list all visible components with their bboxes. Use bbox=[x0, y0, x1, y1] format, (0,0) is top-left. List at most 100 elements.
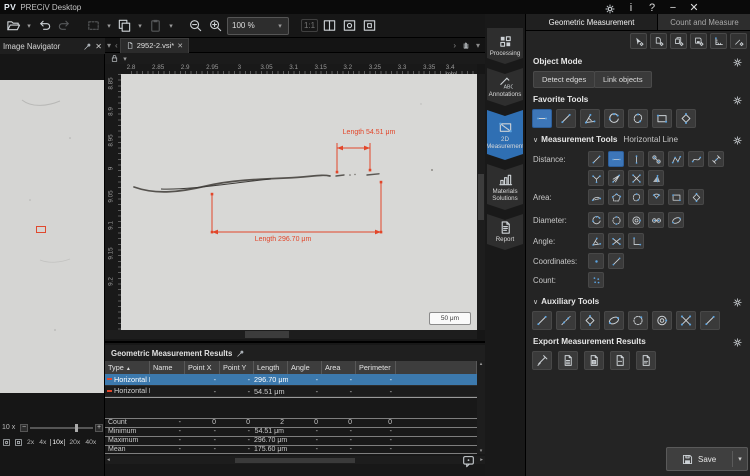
results-horizontal-scrollbar[interactable]: ◂▸ bbox=[105, 456, 485, 464]
closed-spline-tool-icon[interactable] bbox=[628, 109, 648, 128]
circle-3pt-tool-icon[interactable] bbox=[588, 212, 604, 228]
result-row[interactable]: Horizontal Line--54.51 μm--- bbox=[105, 386, 477, 398]
stylus-tool-icon[interactable] bbox=[532, 351, 552, 370]
lock-icon[interactable] bbox=[110, 54, 119, 63]
save-button[interactable]: Save ▾ bbox=[666, 447, 748, 471]
magnification-2x[interactable]: 2x bbox=[26, 439, 35, 446]
rotated-rect-tool-icon[interactable] bbox=[580, 311, 600, 330]
undo-button[interactable] bbox=[36, 17, 53, 34]
overview-button[interactable] bbox=[361, 17, 378, 34]
zoom-plus-button[interactable]: + bbox=[95, 424, 103, 432]
tab-close-icon[interactable]: ✕ bbox=[177, 42, 183, 50]
line-tool-icon[interactable] bbox=[608, 253, 624, 269]
activity-annotations[interactable]: ABC Annotations bbox=[487, 68, 523, 106]
rotated-rect-tool-icon[interactable] bbox=[688, 189, 704, 205]
magnification-40x[interactable]: 40x bbox=[84, 439, 97, 446]
rectangle-tool-icon[interactable] bbox=[668, 189, 684, 205]
rotated-rect-tool-icon[interactable] bbox=[676, 109, 696, 128]
angle-4pt-tool-icon[interactable] bbox=[608, 233, 624, 249]
horizontal-scrollbar[interactable] bbox=[105, 330, 477, 339]
navigator-close-icon[interactable]: ✕ bbox=[95, 42, 102, 51]
vertical-scrollbar[interactable] bbox=[477, 74, 485, 330]
zoom-level-select[interactable]: 100 % ▾ bbox=[227, 17, 289, 35]
export-gear-icon[interactable] bbox=[732, 337, 743, 348]
lock-chevron-icon[interactable]: ▾ bbox=[121, 55, 129, 63]
fit-to-window-button[interactable] bbox=[321, 17, 338, 34]
tab-next-icon[interactable]: › bbox=[451, 41, 458, 50]
activity-2d-measurement[interactable]: 2D Measurement bbox=[487, 110, 523, 160]
perpendicular-tool-icon[interactable] bbox=[628, 233, 644, 249]
magnification-20x[interactable]: 20x bbox=[68, 439, 81, 446]
angle-tool-icon[interactable] bbox=[580, 109, 600, 128]
activity-materials-solutions[interactable]: Materials Solutions bbox=[487, 164, 523, 210]
magnification-4x[interactable]: 4x bbox=[38, 439, 47, 446]
three-point-tool-icon[interactable] bbox=[588, 170, 604, 186]
circle-tool-icon[interactable] bbox=[608, 212, 624, 228]
polyline-tool-icon[interactable] bbox=[668, 151, 684, 167]
select-tool-button[interactable] bbox=[85, 17, 102, 34]
tab-prev-icon[interactable]: ‹ bbox=[113, 41, 120, 50]
fan-lines-tool-icon[interactable] bbox=[608, 170, 624, 186]
copy-button[interactable] bbox=[116, 17, 133, 34]
measurement-tools-gear-icon[interactable] bbox=[732, 135, 743, 146]
settings-gear-icon[interactable] bbox=[604, 3, 616, 15]
line-tool-icon[interactable] bbox=[556, 109, 576, 128]
sector-tool-icon[interactable] bbox=[648, 189, 664, 205]
fit-to-screen-button[interactable] bbox=[341, 17, 358, 34]
parallel-lines-tool-icon[interactable] bbox=[648, 151, 664, 167]
curve-tool-icon[interactable] bbox=[688, 151, 704, 167]
file-csv-tool-icon[interactable] bbox=[558, 351, 578, 370]
select-chevron-icon[interactable]: ▾ bbox=[105, 22, 113, 30]
activity-processing[interactable]: Processing bbox=[487, 28, 523, 64]
tab-geometric-measurement[interactable]: Geometric Measurement bbox=[526, 14, 658, 31]
ellipse-tool-icon[interactable] bbox=[604, 311, 624, 330]
column-name[interactable]: Name bbox=[150, 361, 185, 374]
ruler-corner-tool-icon[interactable] bbox=[710, 33, 727, 49]
zoom-slider[interactable] bbox=[30, 427, 93, 429]
object-delete-tool-icon[interactable] bbox=[650, 33, 667, 49]
column-angle[interactable]: Angle bbox=[288, 361, 322, 374]
ellipse-tool-icon[interactable] bbox=[668, 212, 684, 228]
specimen-image[interactable]: Length 54.51 μm Length 296.70 μm 50 μm bbox=[121, 74, 477, 330]
arc-area-tool-icon[interactable] bbox=[588, 189, 604, 205]
closed-spline-tool-icon[interactable] bbox=[628, 189, 644, 205]
zoom-slider-handle[interactable] bbox=[75, 424, 78, 432]
results-pin-icon[interactable] bbox=[236, 349, 245, 358]
triangle-tool-icon[interactable] bbox=[648, 170, 664, 186]
notification-icon[interactable] bbox=[461, 454, 476, 468]
paste-chevron-icon[interactable]: ▾ bbox=[167, 22, 175, 30]
image-document-tab[interactable]: 2952-2.vsi* ✕ bbox=[120, 38, 189, 53]
redo-button[interactable] bbox=[56, 17, 73, 34]
pin-icon[interactable] bbox=[83, 42, 92, 51]
column-point-y[interactable]: Point Y bbox=[220, 361, 254, 374]
activity-report[interactable]: Report bbox=[487, 214, 523, 250]
two-circles-tool-icon[interactable] bbox=[648, 212, 664, 228]
file-xls-tool-icon[interactable] bbox=[584, 351, 604, 370]
navigator-viewport-rect[interactable] bbox=[36, 226, 46, 233]
column-perimeter[interactable]: Perimeter bbox=[356, 361, 396, 374]
line-tool-icon[interactable] bbox=[532, 311, 552, 330]
file-txt-tool-icon[interactable] bbox=[636, 351, 656, 370]
open-file-button[interactable] bbox=[5, 17, 22, 34]
measurement-label-54[interactable]: Length 54.51 μm bbox=[319, 129, 419, 136]
object-mode-gear-icon[interactable] bbox=[732, 57, 743, 68]
object-save-tool-icon[interactable] bbox=[690, 33, 707, 49]
open-file-chevron-icon[interactable]: ▾ bbox=[25, 22, 33, 30]
zoom-out-button[interactable] bbox=[187, 17, 204, 34]
dashed-circle-tool-icon[interactable] bbox=[628, 311, 648, 330]
view-options-chevron-icon[interactable]: ▾ bbox=[474, 41, 482, 50]
count-dots-tool-icon[interactable] bbox=[588, 272, 604, 288]
horizontal-line-tool-icon[interactable] bbox=[608, 151, 624, 167]
zoom-in-button[interactable] bbox=[207, 17, 224, 34]
copy-chevron-icon[interactable]: ▾ bbox=[136, 22, 144, 30]
line-tool-icon[interactable] bbox=[588, 151, 604, 167]
column-area[interactable]: Area bbox=[322, 361, 356, 374]
circle-3pt-tool-icon[interactable] bbox=[604, 109, 624, 128]
measure-options-tool-icon[interactable] bbox=[730, 33, 747, 49]
actual-size-button[interactable]: 1:1 bbox=[301, 19, 318, 32]
object-select-tool-icon[interactable] bbox=[630, 33, 647, 49]
paste-button[interactable] bbox=[147, 17, 164, 34]
caliper-tool-icon[interactable] bbox=[708, 151, 724, 167]
concentric-tool-icon[interactable] bbox=[652, 311, 672, 330]
horizontal-line-tool-icon[interactable] bbox=[532, 109, 552, 128]
